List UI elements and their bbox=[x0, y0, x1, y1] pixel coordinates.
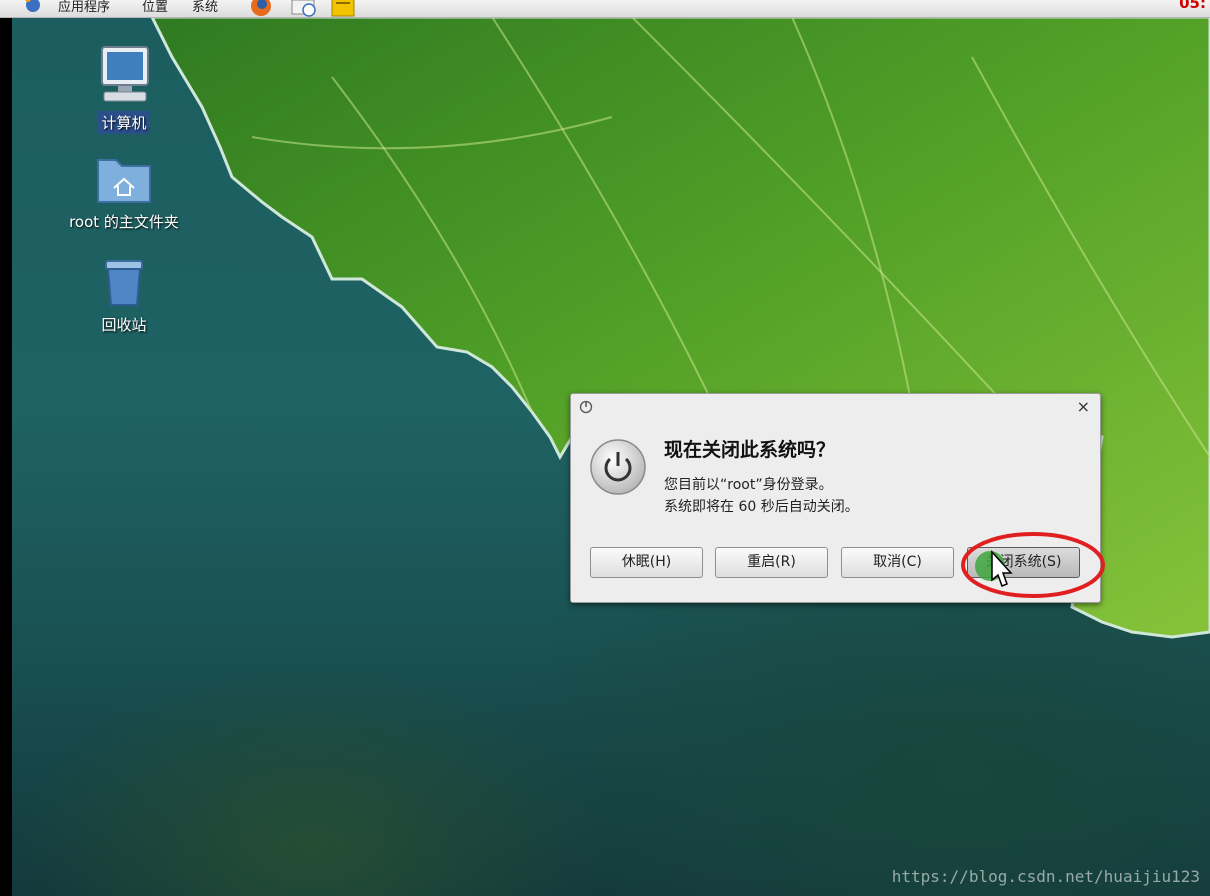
firefox-icon[interactable] bbox=[248, 0, 274, 18]
desktop-icon-home-folder[interactable]: root 的主文件夹 bbox=[64, 152, 184, 233]
watermark: https://blog.csdn.net/huaijiu123 bbox=[891, 867, 1200, 886]
desktop-icon-label: root 的主文件夹 bbox=[69, 213, 179, 231]
notes-icon[interactable] bbox=[330, 0, 356, 18]
trash-icon bbox=[105, 260, 143, 306]
menu-applications[interactable]: 应用程序 bbox=[58, 0, 110, 15]
desktop-icon-computer[interactable]: 计算机 bbox=[64, 45, 184, 134]
desktop-icon-label: 回收站 bbox=[101, 316, 147, 334]
power-icon bbox=[590, 439, 646, 495]
mail-clock-icon[interactable] bbox=[290, 0, 318, 18]
hibernate-button[interactable]: 休眠(H) bbox=[590, 547, 703, 578]
menu-system[interactable]: 系统 bbox=[192, 0, 218, 15]
close-icon[interactable]: × bbox=[1077, 397, 1090, 416]
computer-icon bbox=[101, 46, 149, 102]
menu-places[interactable]: 位置 bbox=[142, 0, 168, 15]
dialog-message-countdown: 系统即将在 60 秒后自动关闭。 bbox=[664, 499, 859, 515]
dialog-message-user: 您目前以“root”身份登录。 bbox=[664, 477, 833, 493]
desktop-icon-label: 计算机 bbox=[98, 111, 150, 134]
panel-clock[interactable]: 05: bbox=[1179, 0, 1206, 12]
power-small-icon bbox=[579, 400, 593, 414]
dialog-title: 现在关闭此系统吗？ bbox=[664, 439, 836, 461]
desktop-icon-trash[interactable]: 回收站 bbox=[64, 255, 184, 336]
restart-button[interactable]: 重启(R) bbox=[715, 547, 828, 578]
gnome-foot-icon[interactable] bbox=[22, 0, 44, 16]
cancel-button[interactable]: 取消(C) bbox=[841, 547, 954, 578]
home-folder-icon bbox=[97, 159, 151, 203]
annotation-highlight bbox=[961, 532, 1105, 598]
top-panel: 应用程序 位置 系统 05: bbox=[0, 0, 1210, 18]
